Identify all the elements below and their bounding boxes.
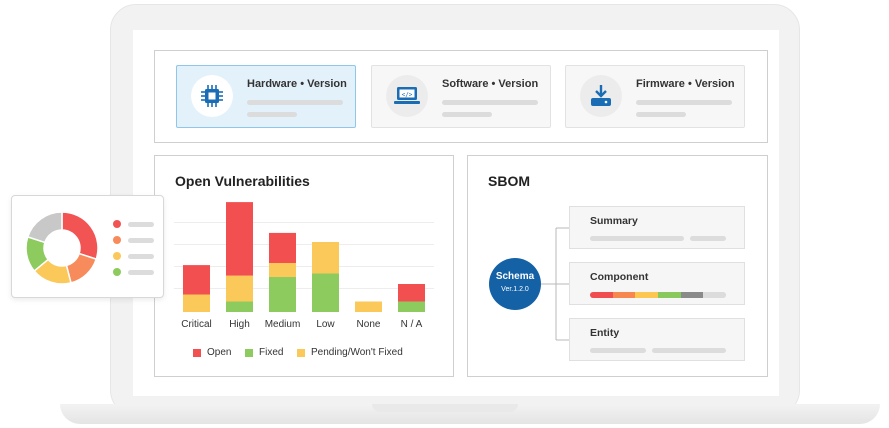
placeholder-line — [652, 348, 726, 353]
component-severity-segment — [680, 292, 704, 298]
legend-dot — [113, 268, 121, 276]
placeholder-line — [247, 112, 297, 117]
bar-pending-won-t-fixed-critical — [183, 294, 210, 312]
schema-name: Schema — [495, 271, 535, 282]
sbom-component-label: Component — [590, 271, 649, 283]
vulnerabilities-title: Open Vulnerabilities — [175, 173, 310, 189]
schema-node[interactable]: Schema Ver.1.2.0 — [489, 258, 541, 310]
bar-open-na — [398, 284, 425, 302]
placeholder-line — [636, 112, 686, 117]
donut-chart — [25, 211, 99, 285]
sbom-component-box[interactable]: Component — [569, 262, 745, 305]
placeholder-line — [690, 236, 726, 241]
placeholder-line — [590, 236, 684, 241]
legend-dot — [113, 252, 121, 260]
laptop-code-icon: </> — [386, 75, 428, 117]
vulnerabilities-chart — [183, 202, 425, 312]
firmware-version-card[interactable]: Firmware • Version — [565, 65, 745, 128]
sbom-summary-label: Summary — [590, 215, 638, 227]
placeholder-line — [590, 348, 646, 353]
donut-segment — [26, 211, 63, 244]
bar-fixed-low — [312, 273, 339, 312]
bar-pending-won-t-fixed-low — [312, 242, 339, 274]
legend-placeholder-line — [128, 269, 154, 275]
legend-placeholder-line — [128, 253, 154, 259]
sbom-title: SBOM — [488, 173, 530, 189]
bar-open-medium — [269, 232, 296, 263]
sbom-connector-lines — [541, 227, 570, 341]
legend-open: Open — [193, 347, 231, 358]
placeholder-line — [442, 112, 492, 117]
legend-fixed: Fixed — [245, 347, 283, 358]
schema-version: Ver.1.2.0 — [501, 286, 529, 293]
legend-label-fixed: Fixed — [259, 347, 284, 358]
hardware-version-card[interactable]: Hardware • Version — [176, 65, 356, 128]
bar-pending-won-t-fixed-none — [355, 301, 382, 312]
legend-swatch-fixed — [245, 348, 253, 357]
donut-summary-card — [11, 195, 164, 298]
download-device-icon — [580, 75, 622, 117]
category-label: N / A — [400, 319, 423, 330]
sbom-summary-box[interactable]: Summary — [569, 206, 745, 249]
bar-fixed-na — [398, 301, 425, 312]
donut-segment — [61, 211, 99, 261]
component-severity-segment — [590, 292, 613, 298]
firmware-version-label: Firmware • Version — [636, 78, 735, 90]
component-severity-bar — [590, 292, 726, 298]
legend-placeholder-line — [128, 221, 154, 227]
placeholder-line — [636, 100, 732, 105]
legend-label-pending: Pending/Won't Fixed — [311, 347, 403, 358]
laptop-notch — [372, 404, 518, 412]
sbom-entity-label: Entity — [590, 327, 620, 339]
bar-pending-won-t-fixed-medium — [269, 263, 296, 277]
legend-dot — [113, 236, 121, 244]
hardware-version-label: Hardware • Version — [247, 78, 347, 90]
bar-open-high — [226, 202, 253, 276]
svg-text:</>: </> — [402, 92, 413, 99]
component-severity-segment — [635, 292, 659, 298]
sbom-entity-box[interactable]: Entity — [569, 318, 745, 361]
component-severity-segment — [612, 292, 636, 298]
bar-open-critical — [183, 265, 210, 295]
component-severity-segment — [658, 292, 681, 298]
bar-fixed-medium — [269, 277, 296, 312]
bar-pending-won-t-fixed-high — [226, 275, 253, 302]
placeholder-line — [247, 100, 343, 105]
legend-swatch-pending — [297, 348, 305, 357]
legend-label-open: Open — [207, 347, 232, 358]
legend-swatch-open — [193, 348, 201, 357]
placeholder-line — [442, 100, 538, 105]
software-version-card[interactable]: </> Software • Version — [371, 65, 551, 128]
component-severity-remainder — [703, 292, 726, 298]
legend-pending: Pending/Won't Fixed — [297, 347, 403, 358]
legend-placeholder-line — [128, 237, 154, 243]
donut-segment — [65, 252, 98, 284]
bar-fixed-high — [226, 301, 253, 312]
software-version-label: Software • Version — [442, 78, 539, 90]
legend-dot — [113, 220, 121, 228]
chip-icon — [191, 75, 233, 117]
